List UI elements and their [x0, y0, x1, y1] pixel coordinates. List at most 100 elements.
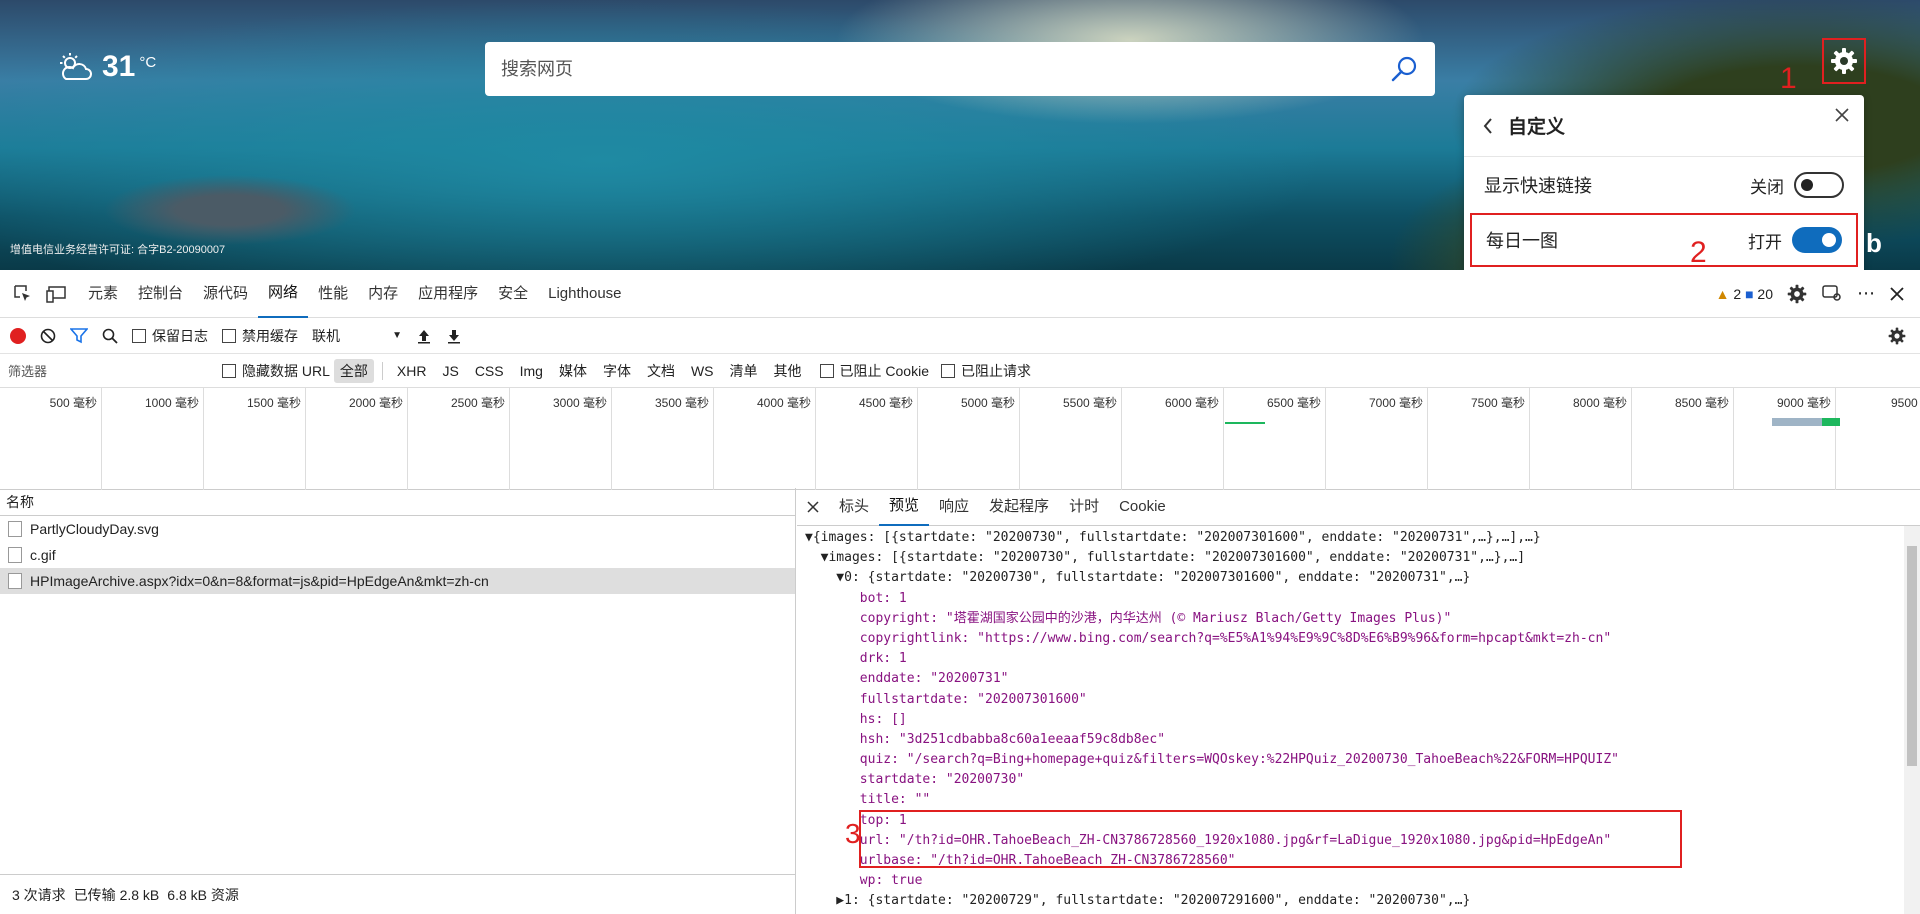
tab-security[interactable]: 安全 [488, 270, 538, 318]
message-count: 20 [1757, 285, 1773, 302]
search-box[interactable] [485, 42, 1435, 96]
network-toolbar: 保留日志 禁用缓存 联机 ▼ [0, 318, 1920, 354]
issues-badge[interactable]: ▲ 2 ■ 20 [1716, 286, 1773, 302]
filter-type-ws[interactable]: WS [685, 361, 720, 381]
tab-elements[interactable]: 元素 [78, 270, 128, 318]
filter-type-media[interactable]: 媒体 [553, 359, 593, 383]
export-har-icon[interactable] [446, 328, 462, 344]
clear-icon[interactable] [40, 328, 56, 344]
transferred-size: 已传输 2.8 kB [73, 886, 160, 903]
disable-cache-checkbox[interactable]: 禁用缓存 [222, 326, 298, 346]
daily-image-label: 每日一图 [1486, 231, 1558, 251]
timeline-tick: 1000 毫秒 [102, 388, 204, 490]
inspect-element-icon[interactable] [10, 281, 36, 307]
overview-request-bar-green [1822, 418, 1840, 426]
timeline-tick: 7500 毫秒 [1428, 388, 1530, 490]
import-har-icon[interactable] [416, 328, 432, 344]
preview-line: ▼0: {startdate: "20200730", fullstartdat… [805, 570, 1471, 586]
tab-cookies[interactable]: Cookie [1109, 488, 1176, 526]
filter-type-doc[interactable]: 文档 [641, 359, 681, 383]
request-detail-pane: 标头 预览 响应 发起程序 计时 Cookie ▼{images: [{star… [797, 488, 1920, 914]
customize-header: 自定义 [1464, 95, 1864, 157]
checkbox-box [940, 363, 955, 378]
quick-links-row: 显示快速链接 关闭 [1464, 157, 1864, 213]
network-status-bar: 3 次请求 已传输 2.8 kB 6.8 kB 资源 [0, 874, 796, 914]
devtools-right-controls: ▲ 2 ■ 20 ⋯ [1716, 283, 1920, 304]
filter-type-other[interactable]: 其他 [768, 359, 808, 383]
search-icon[interactable] [102, 328, 118, 344]
column-header-name[interactable]: 名称 [0, 488, 795, 516]
tab-lighthouse[interactable]: Lighthouse [538, 270, 631, 318]
tab-initiator[interactable]: 发起程序 [979, 488, 1059, 526]
tab-preview[interactable]: 预览 [879, 488, 930, 526]
record-button[interactable] [10, 327, 26, 344]
request-row-selected[interactable]: HPImageArchive.aspx?idx=0&n=8&format=js&… [0, 568, 795, 594]
quick-links-label: 显示快速链接 [1484, 176, 1592, 196]
temperature: 31 [102, 50, 136, 83]
request-name: HPImageArchive.aspx?idx=0&n=8&format=js&… [30, 573, 489, 589]
close-detail-icon[interactable] [807, 500, 819, 513]
network-settings-gear-icon[interactable] [1888, 327, 1906, 345]
checkbox-box [222, 328, 236, 343]
temperature-unit: °C [139, 54, 157, 71]
filter-type-css[interactable]: CSS [469, 361, 510, 381]
weather-widget[interactable]: 31 °C [58, 50, 156, 84]
filter-type-js[interactable]: JS [436, 361, 464, 381]
preview-line: ▼images: [{startdate: "20200730", fullst… [805, 550, 1526, 566]
network-overview-timeline[interactable]: 9500 毫9000 毫秒8500 毫秒8000 毫秒7500 毫秒7000 毫… [0, 388, 1920, 490]
close-devtools-icon[interactable] [1890, 286, 1904, 301]
throttling-value: 联机 [312, 327, 340, 344]
filter-type-font[interactable]: 字体 [597, 359, 637, 383]
timeline-tick: 8000 毫秒 [1530, 388, 1632, 490]
preview-line: hs: [] [805, 711, 907, 727]
filter-type-xhr[interactable]: XHR [391, 361, 433, 381]
preview-line: ▶1: {startdate: "20200729", fullstartdat… [805, 893, 1471, 909]
devtools-tabbar: 元素 控制台 源代码 网络 性能 内存 应用程序 安全 Lighthouse ▲… [0, 270, 1920, 318]
filter-type-img[interactable]: Img [514, 361, 549, 381]
preserve-log-checkbox[interactable]: 保留日志 [132, 326, 208, 346]
timeline-tick: 8500 毫秒 [1632, 388, 1734, 490]
search-input[interactable] [501, 58, 1389, 80]
daily-image-toggle[interactable] [1792, 227, 1842, 253]
json-preview[interactable]: ▼{images: [{startdate: "20200730", fulls… [797, 526, 1920, 912]
request-row[interactable]: PartlyCloudyDay.svg [0, 516, 795, 542]
quick-links-toggle[interactable] [1794, 172, 1844, 198]
blocked-cookies-checkbox[interactable]: 已阻止 Cookie [819, 361, 929, 381]
preview-scrollbar[interactable] [1904, 526, 1920, 914]
disable-cache-label: 禁用缓存 [242, 327, 298, 344]
filter-funnel-icon[interactable] [70, 327, 88, 344]
request-row[interactable]: c.gif [0, 542, 795, 568]
device-emulation-icon[interactable] [44, 281, 70, 307]
back-chevron-icon[interactable] [1482, 117, 1494, 135]
filter-type-all[interactable]: 全部 [333, 358, 374, 383]
tab-response[interactable]: 响应 [929, 488, 979, 526]
devtools-settings-gear-icon[interactable] [1787, 284, 1807, 304]
filter-type-manifest[interactable]: 清单 [724, 359, 764, 383]
more-options-icon[interactable]: ⋯ [1857, 283, 1876, 304]
settings-button[interactable] [1822, 38, 1866, 84]
annotation-3: 3 [845, 818, 861, 849]
tab-console[interactable]: 控制台 [128, 270, 193, 318]
tab-memory[interactable]: 内存 [358, 270, 408, 318]
tab-sources[interactable]: 源代码 [193, 270, 258, 318]
hide-data-url-checkbox[interactable]: 隐藏数据 URL [222, 361, 330, 381]
search-icon[interactable] [1389, 54, 1419, 84]
timeline-tick: 5500 毫秒 [1020, 388, 1122, 490]
file-icon [8, 547, 22, 563]
tab-performance[interactable]: 性能 [308, 270, 358, 318]
tab-application[interactable]: 应用程序 [408, 270, 488, 318]
scrollbar-thumb[interactable] [1907, 546, 1917, 766]
blocked-requests-checkbox[interactable]: 已阻止请求 [940, 361, 1031, 381]
throttling-select[interactable]: 联机 ▼ [312, 326, 402, 346]
tab-network[interactable]: 网络 [258, 270, 309, 318]
tab-timing[interactable]: 计时 [1059, 488, 1109, 526]
license-text[interactable]: 增值电信业务经营许可证: 合字B2-20090007 [10, 241, 225, 257]
timeline-tick: 5000 毫秒 [918, 388, 1020, 490]
timeline-tick: 7000 毫秒 [1326, 388, 1428, 490]
close-icon[interactable] [1834, 107, 1850, 123]
daily-image-state: 打开 [1748, 232, 1782, 252]
customize-title: 自定义 [1508, 117, 1566, 138]
filter-input[interactable]: 筛选器 [8, 361, 218, 380]
feedback-icon[interactable] [1821, 284, 1843, 304]
tab-headers[interactable]: 标头 [829, 488, 879, 526]
